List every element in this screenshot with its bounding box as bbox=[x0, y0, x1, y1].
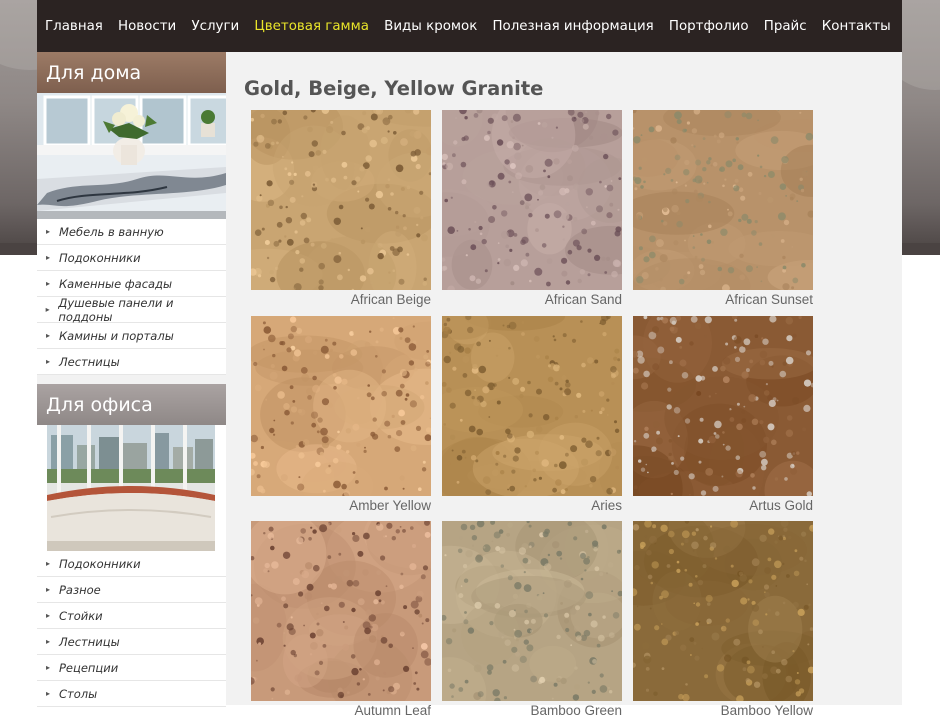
sidebar-gap bbox=[37, 375, 226, 384]
sidebar-item-label: Лестницы bbox=[59, 354, 120, 369]
granite-tile[interactable]: Autumn Leaf bbox=[251, 521, 431, 720]
granite-swatch[interactable] bbox=[442, 316, 622, 496]
bullet-icon: ▸ bbox=[45, 331, 50, 340]
nav-item-price[interactable]: Прайс bbox=[756, 19, 814, 34]
stone-texture bbox=[251, 521, 431, 701]
stone-texture bbox=[442, 316, 622, 496]
bullet-icon: ▸ bbox=[45, 585, 50, 594]
stone-texture bbox=[442, 110, 622, 290]
sidebar-item-label: Камины и порталы bbox=[59, 328, 174, 343]
sidebar-item-label: Столы bbox=[59, 686, 98, 701]
stone-texture bbox=[442, 521, 622, 701]
granite-swatch[interactable] bbox=[251, 521, 431, 701]
granite-tile[interactable]: Bamboo Green bbox=[442, 521, 622, 720]
nav-item-color-range[interactable]: Цветовая гамма bbox=[247, 19, 377, 34]
bullet-icon: ▸ bbox=[45, 611, 50, 620]
granite-swatch[interactable] bbox=[442, 110, 622, 290]
granite-swatch[interactable] bbox=[633, 521, 813, 701]
nav-item-useful-info[interactable]: Полезная информация bbox=[485, 19, 661, 34]
sidebar: Для дома ▸ Мебель в ванную ▸ Подоконники… bbox=[37, 52, 226, 707]
granite-name[interactable]: African Sunset bbox=[633, 291, 813, 309]
nav-item-news[interactable]: Новости bbox=[110, 19, 183, 34]
granite-name[interactable]: Aries bbox=[442, 497, 622, 515]
sidebar-item-label: Рецепции bbox=[59, 660, 119, 675]
stone-texture bbox=[633, 316, 813, 496]
nav-item-services[interactable]: Услуги bbox=[184, 19, 247, 34]
home-photo bbox=[37, 93, 226, 219]
granite-tile[interactable]: African Sand bbox=[442, 110, 622, 309]
stone-texture bbox=[633, 521, 813, 701]
page-container: Главная Новости Услуги Цветовая гамма Ви… bbox=[37, 0, 902, 718]
sidebar-item[interactable]: ▸ Подоконники bbox=[37, 551, 226, 577]
bullet-icon: ▸ bbox=[45, 689, 50, 698]
bullet-icon: ▸ bbox=[45, 637, 50, 646]
sidebar-item[interactable]: ▸ Рецепции bbox=[37, 655, 226, 681]
office-photo bbox=[37, 425, 226, 551]
granite-name[interactable]: African Sand bbox=[442, 291, 622, 309]
bullet-icon: ▸ bbox=[45, 663, 50, 672]
top-navigation: Главная Новости Услуги Цветовая гамма Ви… bbox=[37, 0, 902, 52]
granite-swatch[interactable] bbox=[633, 110, 813, 290]
sidebar-item[interactable]: ▸ Стойки bbox=[37, 603, 226, 629]
granite-name[interactable]: Amber Yellow bbox=[251, 497, 431, 515]
sidebar-item-label: Стойки bbox=[59, 608, 103, 623]
bullet-icon: ▸ bbox=[45, 357, 50, 366]
sidebar-title-office[interactable]: Для офиса bbox=[37, 384, 226, 425]
sidebar-item-label: Каменные фасады bbox=[59, 276, 173, 291]
sidebar-item[interactable]: ▸ Подоконники bbox=[37, 245, 226, 271]
sidebar-block-home: Для дома ▸ Мебель в ванную ▸ Подоконники… bbox=[37, 52, 226, 375]
nav-item-edge-types[interactable]: Виды кромок bbox=[377, 19, 485, 34]
sidebar-item-label: Лестницы bbox=[59, 634, 120, 649]
nav-item-contacts[interactable]: Контакты bbox=[814, 19, 898, 34]
bullet-icon: ▸ bbox=[45, 559, 50, 568]
sidebar-menu-office: ▸ Подоконники ▸ Разное ▸ Стойки ▸ Лестницы ▸… bbox=[37, 551, 226, 707]
sidebar-item[interactable]: ▸ Каменные фасады bbox=[37, 271, 226, 297]
granite-swatch[interactable] bbox=[251, 316, 431, 496]
granite-name[interactable]: Artus Gold bbox=[633, 497, 813, 515]
sidebar-block-office: Для офиса ▸ Подоконники ▸ Разное ▸ Стойк… bbox=[37, 384, 226, 707]
granite-tile[interactable]: Aries bbox=[442, 316, 622, 515]
sidebar-item-label: Разное bbox=[59, 582, 101, 597]
bullet-icon: ▸ bbox=[45, 305, 50, 314]
granite-swatch[interactable] bbox=[251, 110, 431, 290]
sidebar-menu-home: ▸ Мебель в ванную ▸ Подоконники ▸ Каменные … bbox=[37, 219, 226, 375]
stone-texture bbox=[251, 316, 431, 496]
granite-tile[interactable]: African Sunset bbox=[633, 110, 813, 309]
nav-item-home[interactable]: Главная bbox=[37, 19, 110, 34]
stone-texture bbox=[633, 110, 813, 290]
sidebar-item-label: Мебель в ванную bbox=[59, 224, 164, 239]
sidebar-item[interactable]: ▸ Лестницы bbox=[37, 349, 226, 375]
office-photo-image bbox=[37, 425, 226, 551]
sidebar-item[interactable]: ▸ Лестницы bbox=[37, 629, 226, 655]
page-title: Gold, Beige, Yellow Granite bbox=[244, 77, 544, 101]
sidebar-title-home[interactable]: Для дома bbox=[37, 52, 226, 93]
nav-item-portfolio[interactable]: Портфолио bbox=[661, 19, 756, 34]
stone-texture bbox=[251, 110, 431, 290]
granite-swatch[interactable] bbox=[633, 316, 813, 496]
sidebar-item[interactable]: ▸ Разное bbox=[37, 577, 226, 603]
granite-tile[interactable]: Amber Yellow bbox=[251, 316, 431, 515]
sidebar-item[interactable]: ▸ Столы bbox=[37, 681, 226, 707]
granite-tile[interactable]: Artus Gold bbox=[633, 316, 813, 515]
granite-name[interactable]: African Beige bbox=[251, 291, 431, 309]
home-photo-image bbox=[37, 93, 226, 219]
granite-tile[interactable]: African Beige bbox=[251, 110, 431, 309]
bullet-icon: ▸ bbox=[45, 253, 50, 262]
sidebar-item-label: Подоконники bbox=[59, 556, 141, 571]
granite-tile[interactable]: Bamboo Yellow bbox=[633, 521, 813, 720]
bullet-icon: ▸ bbox=[45, 227, 50, 236]
granite-swatch[interactable] bbox=[442, 521, 622, 701]
sidebar-item[interactable]: ▸ Камины и порталы bbox=[37, 323, 226, 349]
sidebar-item[interactable]: ▸ Мебель в ванную bbox=[37, 219, 226, 245]
sidebar-item-label: Подоконники bbox=[59, 250, 141, 265]
sidebar-item[interactable]: ▸ Душевые панели и поддоны bbox=[37, 295, 226, 324]
sidebar-item-label: Душевые панели и поддоны bbox=[58, 295, 174, 324]
bullet-icon: ▸ bbox=[45, 279, 50, 288]
